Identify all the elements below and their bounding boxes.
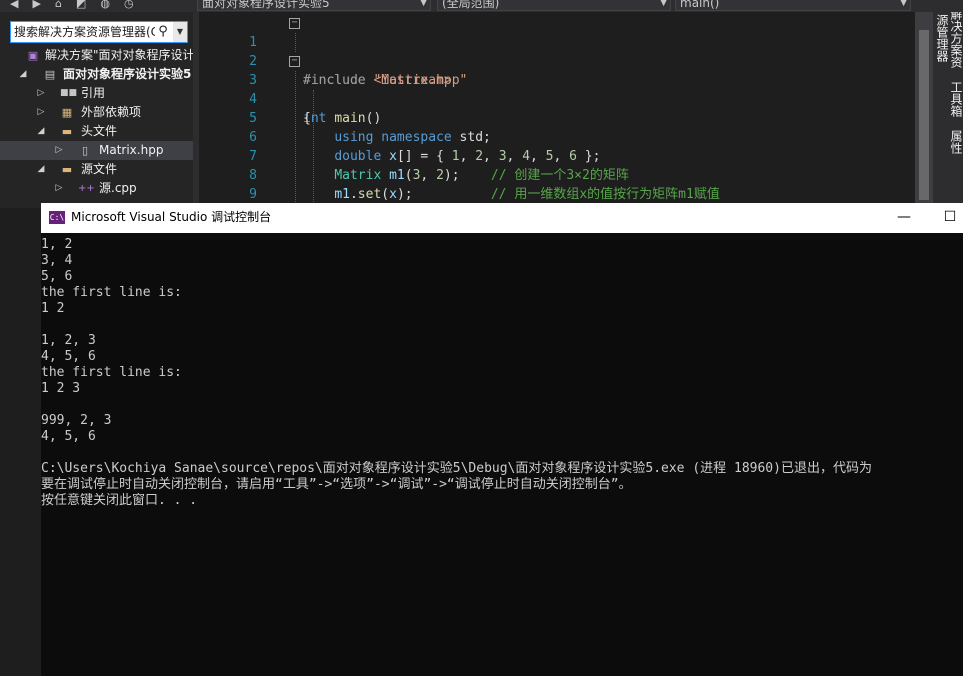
chevron-down-icon: ▼ bbox=[900, 0, 907, 8]
debug-console-window[interactable]: C:\ Microsoft Visual Studio 调试控制台 — ☐ 1,… bbox=[41, 203, 963, 676]
console-line: 999, 2, 3 bbox=[41, 413, 112, 428]
globe-icon[interactable]: ◍ bbox=[100, 0, 110, 10]
collapsed-arrow-icon[interactable]: ▷ bbox=[36, 84, 46, 103]
code-line: 8 m1.set(x); // 用一维数组x的值按行为矩阵m1赋值 bbox=[193, 147, 913, 202]
folder-icon: ▬ bbox=[61, 163, 73, 176]
code-line: 7 Matrix m1(3, 2); // 创建一个3×2的矩阵 bbox=[193, 128, 913, 183]
tree-item-label: 引用 bbox=[81, 86, 106, 100]
tree-item-label: 头文件 bbox=[81, 124, 118, 138]
scope-dropdown[interactable]: (全局范围) ▼ bbox=[437, 0, 671, 11]
project-icon: ▤ bbox=[44, 68, 56, 81]
tab-solution-explorer[interactable]: 解决方案资源管理器 bbox=[933, 12, 963, 70]
maximize-button[interactable]: ☐ bbox=[927, 203, 963, 233]
console-line: the first line is: bbox=[41, 285, 182, 300]
scrollbar-thumb[interactable] bbox=[919, 30, 929, 200]
expanded-arrow-icon[interactable]: ◢ bbox=[36, 122, 46, 141]
back-icon[interactable]: ◀ bbox=[10, 0, 18, 10]
code-line: 6 double x[] = { 1, 2, 3, 4, 5, 6 }; bbox=[193, 109, 913, 164]
member-dropdown-label: main() bbox=[680, 0, 720, 10]
console-app-icon: C:\ bbox=[49, 211, 65, 224]
tree-item-external-deps[interactable]: ▷ ▦ 外部依赖项 bbox=[0, 103, 193, 122]
search-icon[interactable]: ⚲ bbox=[155, 22, 171, 42]
code-line: 4 { bbox=[193, 71, 913, 126]
console-line: 按任意键关闭此窗口. . . bbox=[41, 493, 198, 508]
toolbar-icons: ◀ ▶ ⌂ ◩ ◍ ◷ bbox=[10, 0, 148, 10]
search-placeholder: 搜索解决方案资源管理器(C bbox=[14, 25, 160, 39]
references-icon: ■■ bbox=[60, 88, 78, 98]
tree-item-project[interactable]: ◢ ▤ 面对对象程序设计实验5 bbox=[0, 65, 193, 84]
home-icon[interactable]: ⌂ bbox=[55, 0, 62, 10]
collapsed-arrow-icon[interactable]: ▷ bbox=[36, 103, 46, 122]
solution-search-input[interactable]: 搜索解决方案资源管理器(C ⚲ ▼ bbox=[10, 21, 188, 43]
console-line: 4, 5, 6 bbox=[41, 429, 96, 444]
tree-item-references[interactable]: ▷ ■■ 引用 bbox=[0, 84, 193, 103]
tree-item-source-cpp[interactable]: ▷ ++ 源.cpp bbox=[0, 179, 193, 198]
collapsed-arrow-icon[interactable]: ▷ bbox=[54, 179, 64, 198]
top-toolbar: ◀ ▶ ⌂ ◩ ◍ ◷ 面对对象程序设计实验5 ▼ (全局范围) ▼ main() ▼ bbox=[0, 0, 963, 12]
collapse-icon[interactable]: − bbox=[289, 18, 300, 29]
cpp-file-icon: ++ bbox=[78, 183, 95, 194]
code-line: 10 cout << "the first line is: " << endl… bbox=[193, 185, 913, 208]
console-line: 4, 5, 6 bbox=[41, 349, 96, 364]
solution-explorer: 搜索解决方案资源管理器(C ⚲ ▼ ▣ 解决方案"面对对象程序设计 ◢ ▤ 面对… bbox=[0, 12, 193, 208]
console-line: 3, 4 bbox=[41, 253, 73, 268]
tree-item-label: 源.cpp bbox=[99, 181, 137, 195]
code-line: 2 #include "Matrix.hpp" bbox=[193, 33, 913, 88]
code-line: 1 − #include <iostream> bbox=[193, 14, 913, 89]
tree-item-matrix-hpp[interactable]: ▷ ▯ Matrix.hpp bbox=[0, 141, 193, 160]
code-line: 9 m1.print(); // 打印矩阵m1的值 bbox=[193, 166, 913, 208]
code-line: 5 using namespace std; bbox=[193, 90, 913, 145]
console-line: C:\Users\Kochiya Sanae\source\repos\面对对象… bbox=[41, 461, 872, 476]
console-line: 1, 2, 3 bbox=[41, 333, 96, 348]
tree-item-label: 解决方案"面对对象程序设计 bbox=[45, 48, 193, 62]
right-tool-tabs: 解决方案资源管理器 工具箱 属性 bbox=[933, 12, 963, 208]
console-titlebar[interactable]: C:\ Microsoft Visual Studio 调试控制台 — ☐ bbox=[41, 203, 963, 233]
console-line: 1 2 3 bbox=[41, 381, 81, 396]
chevron-down-icon: ▼ bbox=[420, 0, 427, 8]
console-output: 1, 2 3, 4 5, 6 the first line is: 1 2 1,… bbox=[41, 237, 963, 509]
console-line: 要在调试停止时自动关闭控制台，请启用“工具”->“选项”->“调试”->“调试停… bbox=[41, 477, 632, 492]
expanded-arrow-icon[interactable]: ◢ bbox=[18, 65, 28, 84]
code-line: 3 − int main() bbox=[193, 52, 913, 127]
tab-properties[interactable]: 属性 bbox=[933, 124, 963, 160]
tab-toolbox[interactable]: 工具箱 bbox=[933, 76, 963, 122]
editor-scrollbar[interactable] bbox=[915, 12, 933, 208]
tree-item-source-files[interactable]: ◢ ▬ 源文件 bbox=[0, 160, 193, 179]
console-line: 1, 2 bbox=[41, 237, 73, 252]
member-dropdown[interactable]: main() ▼ bbox=[675, 0, 911, 11]
tree-item-header-files[interactable]: ◢ ▬ 头文件 bbox=[0, 122, 193, 141]
scope-dropdown-label: (全局范围) bbox=[442, 0, 500, 10]
history-icon[interactable]: ◷ bbox=[124, 0, 134, 10]
external-deps-icon: ▦ bbox=[61, 106, 73, 119]
collapsed-arrow-icon[interactable]: ▷ bbox=[54, 141, 64, 160]
chevron-down-icon: ▼ bbox=[660, 0, 667, 8]
project-dropdown[interactable]: 面对对象程序设计实验5 ▼ bbox=[197, 0, 431, 11]
project-dropdown-label: 面对对象程序设计实验5 bbox=[202, 0, 330, 10]
collapse-icon[interactable]: − bbox=[289, 56, 300, 67]
header-file-icon: ▯ bbox=[81, 144, 89, 157]
tree-item-label: Matrix.hpp bbox=[99, 143, 164, 157]
console-line: 5, 6 bbox=[41, 269, 73, 284]
tree-item-label: 外部依赖项 bbox=[81, 105, 142, 119]
forward-icon[interactable]: ▶ bbox=[32, 0, 40, 10]
console-line: the first line is: bbox=[41, 365, 182, 380]
tree-item-label: 源文件 bbox=[81, 162, 118, 176]
chevron-down-icon[interactable]: ▼ bbox=[173, 22, 187, 42]
tree-item-solution[interactable]: ▣ 解决方案"面对对象程序设计 bbox=[0, 46, 193, 65]
minimize-button[interactable]: — bbox=[881, 203, 927, 233]
tree-item-label: 面对对象程序设计实验5 bbox=[63, 67, 192, 81]
vs-icon[interactable]: ◩ bbox=[76, 0, 86, 10]
code-editor[interactable]: 1 − #include <iostream> 2 #include "Matr… bbox=[193, 12, 933, 208]
console-title: Microsoft Visual Studio 调试控制台 bbox=[71, 210, 272, 224]
expanded-arrow-icon[interactable]: ◢ bbox=[36, 160, 46, 179]
folder-icon: ▬ bbox=[61, 125, 73, 138]
console-line: 1 2 bbox=[41, 301, 65, 316]
solution-icon: ▣ bbox=[27, 49, 39, 62]
